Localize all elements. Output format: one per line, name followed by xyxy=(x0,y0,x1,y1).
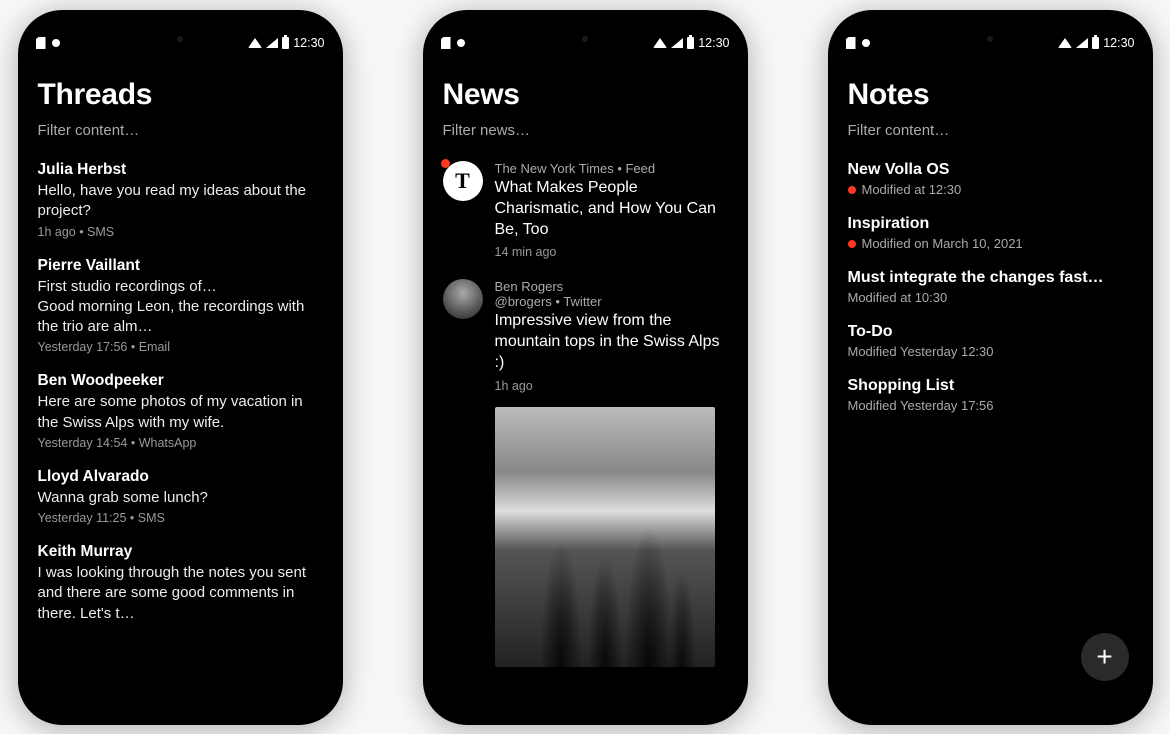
signal-icon xyxy=(266,38,278,48)
thread-sender: Keith Murray xyxy=(38,543,323,561)
note-item[interactable]: Shopping List Modified Yesterday 17:56 xyxy=(848,377,1133,413)
notification-dot-icon xyxy=(862,39,870,47)
wifi-icon xyxy=(248,38,262,48)
note-item[interactable]: Inspiration Modified on March 10, 2021 xyxy=(848,215,1133,251)
wifi-icon xyxy=(653,38,667,48)
note-meta: Modified at 12:30 xyxy=(862,182,962,197)
thread-item[interactable]: Keith Murray I was looking through the n… xyxy=(38,543,323,624)
sd-card-icon xyxy=(846,37,856,49)
thread-sender: Pierre Vaillant xyxy=(38,257,323,275)
news-time: 14 min ago xyxy=(495,245,728,259)
thread-meta: 1h ago • SMS xyxy=(38,225,323,239)
unread-dot-icon xyxy=(848,186,856,194)
status-bar: 12:30 xyxy=(828,10,1153,50)
note-title: New Volla OS xyxy=(848,161,1133,179)
page-title: Threads xyxy=(38,78,323,112)
thread-preview: I was looking through the notes you sent… xyxy=(38,563,323,624)
thread-meta: Yesterday 17:56 • Email xyxy=(38,340,323,354)
thread-item[interactable]: Pierre Vaillant First studio recordings … xyxy=(38,257,323,355)
wifi-icon xyxy=(1058,38,1072,48)
thread-meta: Yesterday 14:54 • WhatsApp xyxy=(38,436,323,450)
notification-dot-icon xyxy=(457,39,465,47)
plus-icon: + xyxy=(1096,641,1112,673)
news-headline: What Makes People Charismatic, and How Y… xyxy=(495,178,728,240)
page-title: Notes xyxy=(848,78,1133,112)
page-title: News xyxy=(443,78,728,112)
add-note-button[interactable]: + xyxy=(1081,633,1129,681)
news-item[interactable]: Ben Rogers @brogers • Twitter Impressive… xyxy=(443,279,728,666)
filter-input[interactable]: Filter content… xyxy=(848,122,1133,139)
battery-icon xyxy=(282,37,289,49)
battery-icon xyxy=(1092,37,1099,49)
status-time: 12:30 xyxy=(1103,36,1134,50)
status-bar: 12:30 xyxy=(18,10,343,50)
thread-preview: Here are some photos of my vacation in t… xyxy=(38,392,323,433)
phone-notes: 12:30 Notes Filter content… New Volla OS… xyxy=(828,10,1153,725)
sd-card-icon xyxy=(441,37,451,49)
unread-dot-icon xyxy=(848,240,856,248)
news-source: Ben Rogers @brogers • Twitter xyxy=(495,279,728,309)
signal-icon xyxy=(1076,38,1088,48)
thread-preview: First studio recordings of… Good morning… xyxy=(38,277,323,338)
battery-icon xyxy=(687,37,694,49)
note-title: To-Do xyxy=(848,323,1133,341)
sd-card-icon xyxy=(36,37,46,49)
filter-input[interactable]: Filter news… xyxy=(443,122,728,139)
thread-preview: Hello, have you read my ideas about the … xyxy=(38,181,323,222)
note-meta: Modified on March 10, 2021 xyxy=(862,236,1023,251)
thread-sender: Julia Herbst xyxy=(38,161,323,179)
status-bar: 12:30 xyxy=(423,10,748,50)
filter-input[interactable]: Filter content… xyxy=(38,122,323,139)
thread-item[interactable]: Ben Woodpeeker Here are some photos of m… xyxy=(38,372,323,450)
news-image[interactable] xyxy=(495,407,715,667)
note-title: Shopping List xyxy=(848,377,1133,395)
news-headline: Impressive view from the mountain tops i… xyxy=(495,311,728,373)
note-item[interactable]: New Volla OS Modified at 12:30 xyxy=(848,161,1133,197)
thread-preview: Wanna grab some lunch? xyxy=(38,488,323,508)
thread-sender: Lloyd Alvarado xyxy=(38,468,323,486)
news-time: 1h ago xyxy=(495,379,728,393)
note-meta: Modified at 10:30 xyxy=(848,290,948,305)
notification-dot-icon xyxy=(52,39,60,47)
note-meta: Modified Yesterday 12:30 xyxy=(848,344,994,359)
note-meta: Modified Yesterday 17:56 xyxy=(848,398,994,413)
phone-news: 12:30 News Filter news… T The New York T… xyxy=(423,10,748,725)
news-item[interactable]: T The New York Times • Feed What Makes P… xyxy=(443,161,728,259)
phone-threads: 12:30 Threads Filter content… Julia Herb… xyxy=(18,10,343,725)
source-avatar xyxy=(443,279,483,319)
status-time: 12:30 xyxy=(293,36,324,50)
thread-sender: Ben Woodpeeker xyxy=(38,372,323,390)
signal-icon xyxy=(671,38,683,48)
unread-dot-icon xyxy=(441,159,450,168)
thread-item[interactable]: Lloyd Alvarado Wanna grab some lunch? Ye… xyxy=(38,468,323,525)
avatar-glyph: T xyxy=(455,168,470,194)
note-item[interactable]: To-Do Modified Yesterday 12:30 xyxy=(848,323,1133,359)
news-source: The New York Times • Feed xyxy=(495,161,728,176)
note-title: Must integrate the changes fast… xyxy=(848,269,1133,287)
note-title: Inspiration xyxy=(848,215,1133,233)
thread-item[interactable]: Julia Herbst Hello, have you read my ide… xyxy=(38,161,323,239)
source-avatar: T xyxy=(443,161,483,201)
thread-meta: Yesterday 11:25 • SMS xyxy=(38,511,323,525)
note-item[interactable]: Must integrate the changes fast… Modifie… xyxy=(848,269,1133,305)
status-time: 12:30 xyxy=(698,36,729,50)
